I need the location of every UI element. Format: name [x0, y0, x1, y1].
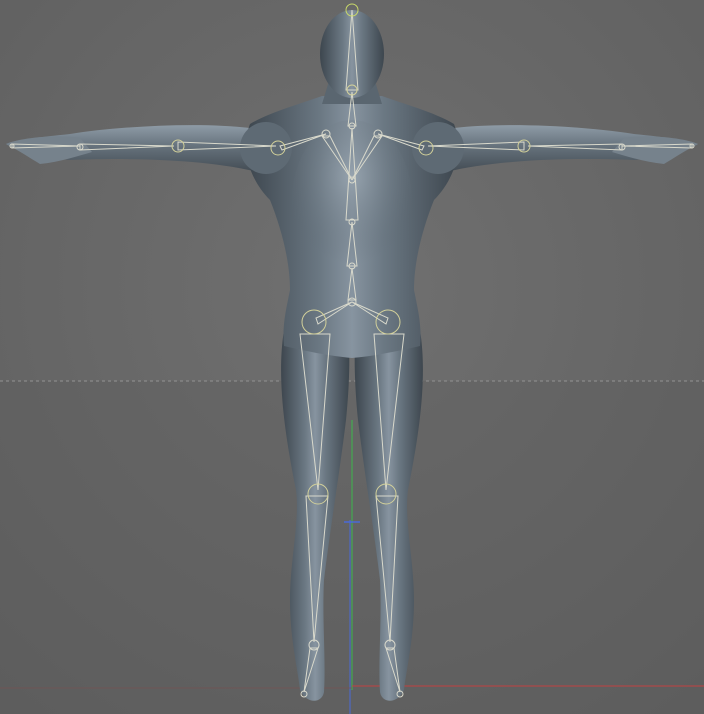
torso-highlight: [292, 120, 412, 280]
left-shoulder-mesh: [240, 122, 292, 174]
3d-viewport[interactable]: [0, 0, 704, 714]
viewport-canvas[interactable]: [0, 0, 704, 714]
right-shoulder-mesh: [412, 122, 464, 174]
